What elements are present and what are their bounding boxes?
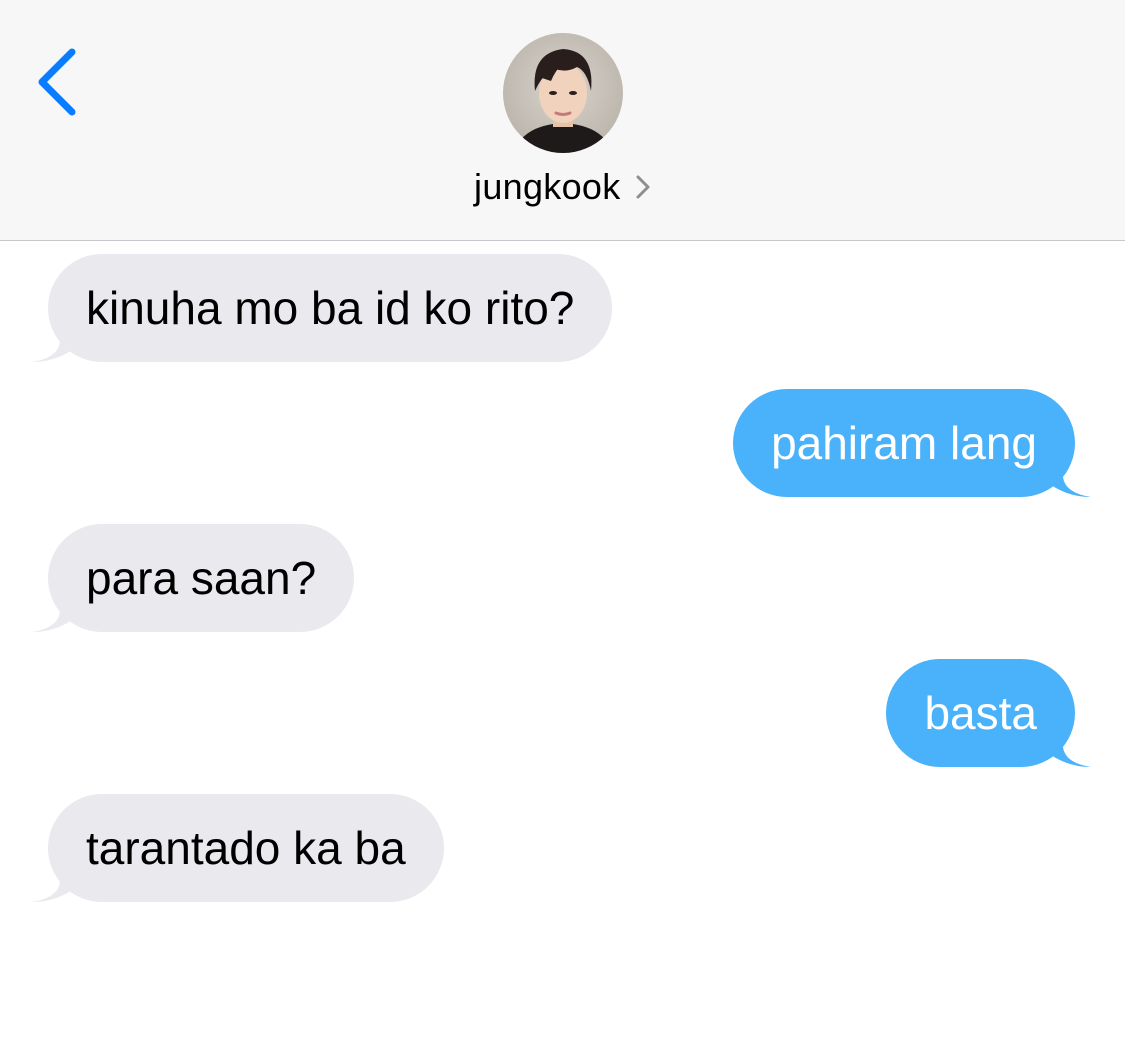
chevron-left-icon <box>38 48 76 116</box>
message-text: tarantado ka ba <box>86 822 406 874</box>
back-button[interactable] <box>30 42 90 122</box>
message-text: basta <box>924 687 1037 739</box>
message-text: para saan? <box>86 552 317 604</box>
contact-name: jungkook <box>474 166 621 207</box>
incoming-message-bubble[interactable]: tarantado ka ba <box>32 794 444 902</box>
message-text: kinuha mo ba id ko rito? <box>86 282 575 334</box>
bubble-tail <box>1051 453 1091 497</box>
outgoing-message-bubble[interactable]: pahiram lang <box>733 389 1091 497</box>
bubble-tail <box>32 858 72 902</box>
incoming-message-bubble[interactable]: para saan? <box>32 524 355 632</box>
bubble-tail <box>32 318 72 362</box>
conversation-header: jungkook <box>0 0 1125 241</box>
bubble-tail <box>1051 723 1091 767</box>
incoming-message-bubble[interactable]: kinuha mo ba id ko rito? <box>32 254 613 362</box>
chevron-right-icon <box>636 175 650 199</box>
contact-avatar[interactable] <box>503 33 623 153</box>
bubble-tail <box>32 588 72 632</box>
outgoing-message-bubble[interactable]: basta <box>886 659 1091 767</box>
contact-info-button[interactable]: jungkook <box>0 166 1125 208</box>
message-text: pahiram lang <box>771 417 1037 469</box>
